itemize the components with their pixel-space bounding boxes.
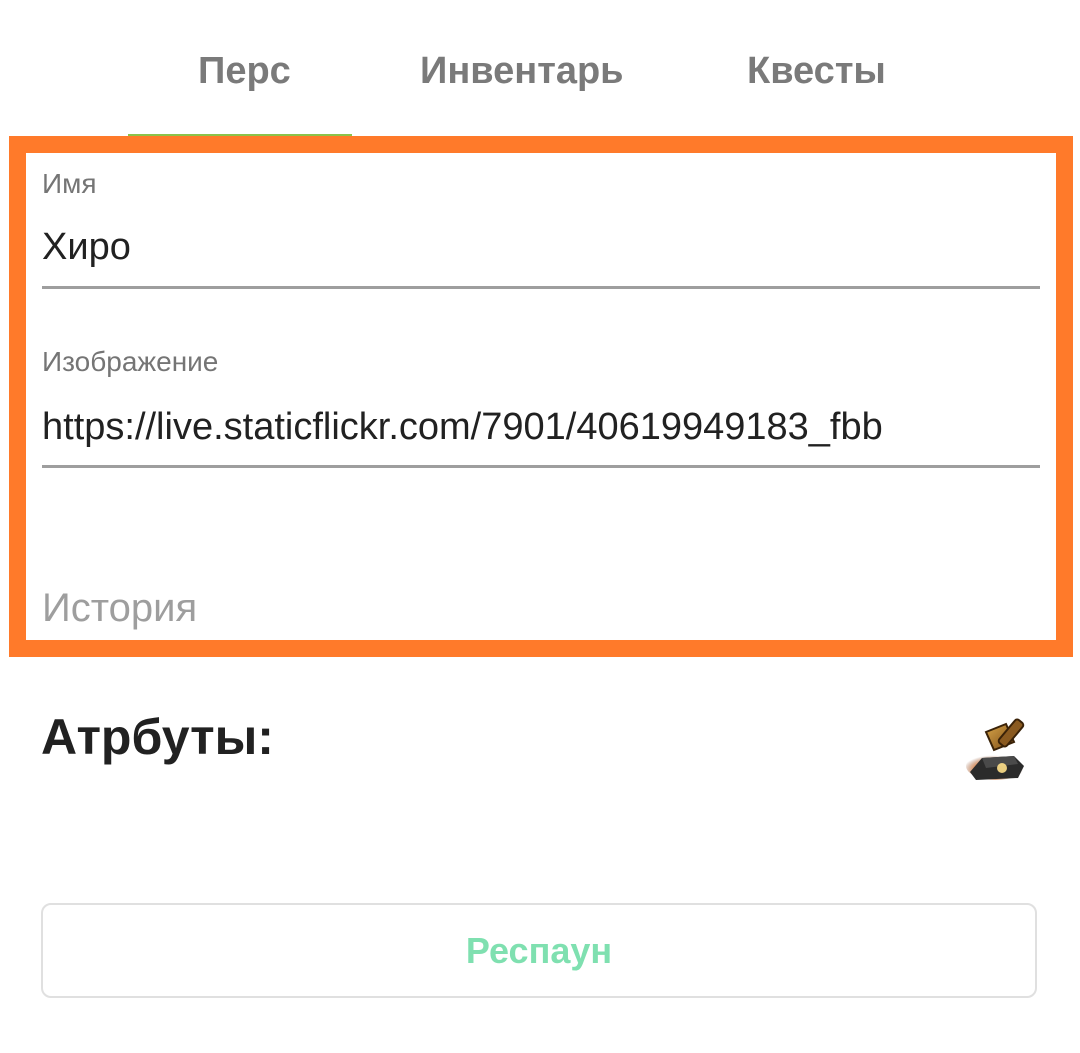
anvil-hammer-icon[interactable]: [962, 712, 1034, 784]
respawn-button-label: Респаун: [465, 929, 613, 971]
tab-quests[interactable]: Квесты: [747, 50, 886, 93]
character-form-highlight: Имя Изображение: [9, 136, 1073, 657]
image-field-label: Изображение: [42, 346, 219, 377]
image-field-underline: [42, 465, 1040, 468]
tab-inventory[interactable]: Инвентарь: [420, 50, 624, 93]
name-input[interactable]: [42, 215, 1040, 279]
name-field-label: Имя: [42, 168, 97, 199]
respawn-button[interactable]: Респаун: [41, 903, 1037, 998]
name-field-underline: [42, 286, 1040, 289]
image-url-input[interactable]: [42, 395, 1040, 459]
tab-perso[interactable]: Перс: [198, 50, 291, 93]
tab-bar: Перс Инвентарь Квесты: [0, 0, 1080, 140]
attributes-heading: Атрбуты:: [41, 709, 274, 765]
history-input[interactable]: [42, 578, 1040, 638]
